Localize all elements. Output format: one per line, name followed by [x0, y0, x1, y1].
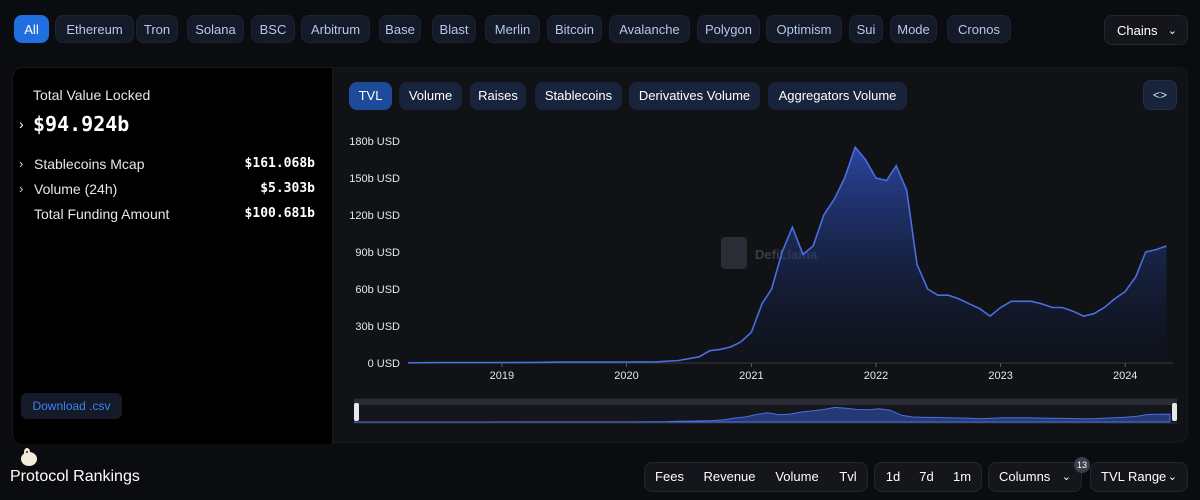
y-tick-label: 60b USD	[355, 284, 400, 296]
tvl-label: Total Value Locked	[33, 87, 151, 103]
chain-tab-cronos[interactable]: Cronos	[947, 15, 1011, 43]
chain-tab-base[interactable]: Base	[379, 15, 421, 43]
tab-aggregators-volume[interactable]: Aggregators Volume	[768, 82, 907, 110]
y-tick-label: 30b USD	[355, 321, 400, 333]
period-toggle-group: 1d 7d 1m	[874, 462, 982, 492]
metric-toggle-group: Fees Revenue Volume Tvl	[644, 462, 868, 492]
y-tick-label: 0 USD	[368, 358, 400, 370]
chain-tab-all[interactable]: All	[14, 15, 49, 43]
tab-raises[interactable]: Raises	[470, 82, 526, 110]
stat-label: Volume (24h)	[34, 181, 118, 197]
chains-dropdown[interactable]: Chains ⌄	[1104, 15, 1188, 45]
chevron-right-icon[interactable]: ›	[19, 116, 24, 132]
llama-logo-icon	[721, 237, 747, 269]
brush-handle-left[interactable]	[354, 403, 359, 421]
range-brush[interactable]	[354, 395, 1177, 427]
download-csv-button[interactable]: Download .csv	[21, 393, 122, 419]
stat-row-funding: Total Funding Amount $100.681b	[19, 206, 315, 226]
tab-derivatives-volume[interactable]: Derivatives Volume	[629, 82, 760, 110]
page-title: Protocol Rankings	[10, 468, 140, 485]
chain-tab-arbitrum[interactable]: Arbitrum	[301, 15, 370, 43]
y-tick-label: 90b USD	[355, 247, 400, 259]
chevron-down-icon: ⌄	[1167, 471, 1177, 483]
overview-panel: Total Value Locked › $94.924b › Stableco…	[12, 67, 1188, 444]
brush-handle-right[interactable]	[1172, 403, 1177, 421]
period-1m-button[interactable]: 1m	[944, 463, 980, 491]
tab-volume[interactable]: Volume	[399, 82, 462, 110]
columns-label: Columns	[999, 469, 1051, 484]
chevron-right-icon: ›	[19, 181, 24, 196]
x-tick-label: 2021	[739, 370, 763, 382]
chevron-down-icon: ⌄	[1167, 25, 1177, 37]
tvl-chart: 0 USD 30b USD 60b USD 90b USD 120b USD 150b U…	[349, 136, 1173, 382]
chain-tab-blast[interactable]: Blast	[432, 15, 476, 43]
chain-tab-bitcoin[interactable]: Bitcoin	[547, 15, 602, 43]
x-tick-label: 2022	[864, 370, 888, 382]
x-tick-label: 2020	[614, 370, 638, 382]
chain-tab-avalanche[interactable]: Avalanche	[609, 15, 690, 43]
period-1d-button[interactable]: 1d	[877, 463, 909, 491]
protocol-rankings-bar: Protocol Rankings Fees Revenue Volume Tv…	[0, 448, 1200, 500]
chain-tab-tron[interactable]: Tron	[136, 15, 178, 43]
metric-tvl-button[interactable]: Tvl	[829, 463, 867, 491]
y-tick-label: 120b USD	[349, 210, 400, 222]
stat-row-stablecoins[interactable]: › Stablecoins Mcap $161.068b	[19, 156, 315, 176]
y-tick-label: 180b USD	[349, 136, 400, 148]
x-tick-label: 2019	[490, 370, 514, 382]
stat-value: $100.681b	[244, 206, 315, 221]
llama-icon	[21, 448, 37, 466]
stat-value: $161.068b	[244, 156, 315, 171]
chain-tab-sui[interactable]: Sui	[849, 15, 883, 43]
stat-label: Stablecoins Mcap	[34, 156, 145, 172]
tvl-value: $94.924b	[33, 112, 130, 136]
stat-row-volume[interactable]: › Volume (24h) $5.303b	[19, 181, 315, 201]
chain-tab-merlin[interactable]: Merlin	[485, 15, 540, 43]
stats-sidebar: Total Value Locked › $94.924b › Stableco…	[13, 68, 333, 444]
chain-tab-bsc[interactable]: BSC	[251, 15, 295, 43]
metric-volume-button[interactable]: Volume	[765, 463, 829, 491]
brush-selection-bar[interactable]	[354, 399, 1177, 405]
x-tick-label: 2023	[988, 370, 1012, 382]
metric-fees-button[interactable]: Fees	[645, 463, 694, 491]
chain-tab-mode[interactable]: Mode	[890, 15, 937, 43]
chain-tab-polygon[interactable]: Polygon	[697, 15, 760, 43]
tab-tvl[interactable]: TVL	[349, 82, 392, 110]
tvl-range-dropdown[interactable]: TVL Range ⌄	[1090, 462, 1188, 492]
metric-revenue-button[interactable]: Revenue	[694, 463, 765, 491]
chains-dropdown-label: Chains	[1117, 23, 1158, 38]
chain-tab-ethereum[interactable]: Ethereum	[55, 15, 134, 43]
tab-stablecoins[interactable]: Stablecoins	[535, 82, 622, 110]
code-icon[interactable]: <>	[1143, 80, 1177, 110]
tvl-area	[408, 147, 1167, 363]
tvl-range-label: TVL Range	[1101, 469, 1167, 484]
period-7d-button[interactable]: 7d	[910, 463, 943, 491]
columns-dropdown[interactable]: Columns ⌄	[988, 462, 1082, 492]
chevron-down-icon: ⌄	[1061, 471, 1071, 483]
x-tick-label: 2024	[1113, 370, 1137, 382]
chevron-right-icon: ›	[19, 156, 24, 171]
stat-label: Total Funding Amount	[34, 206, 170, 222]
y-tick-label: 150b USD	[349, 173, 400, 185]
chain-tab-optimism[interactable]: Optimism	[766, 15, 842, 43]
chain-filter-bar: All Ethereum Tron Solana BSC Arbitrum Base Blas…	[0, 0, 1200, 58]
columns-count-badge: 13	[1074, 457, 1090, 473]
stat-value: $5.303b	[260, 181, 315, 196]
chain-tab-solana[interactable]: Solana	[187, 15, 244, 43]
